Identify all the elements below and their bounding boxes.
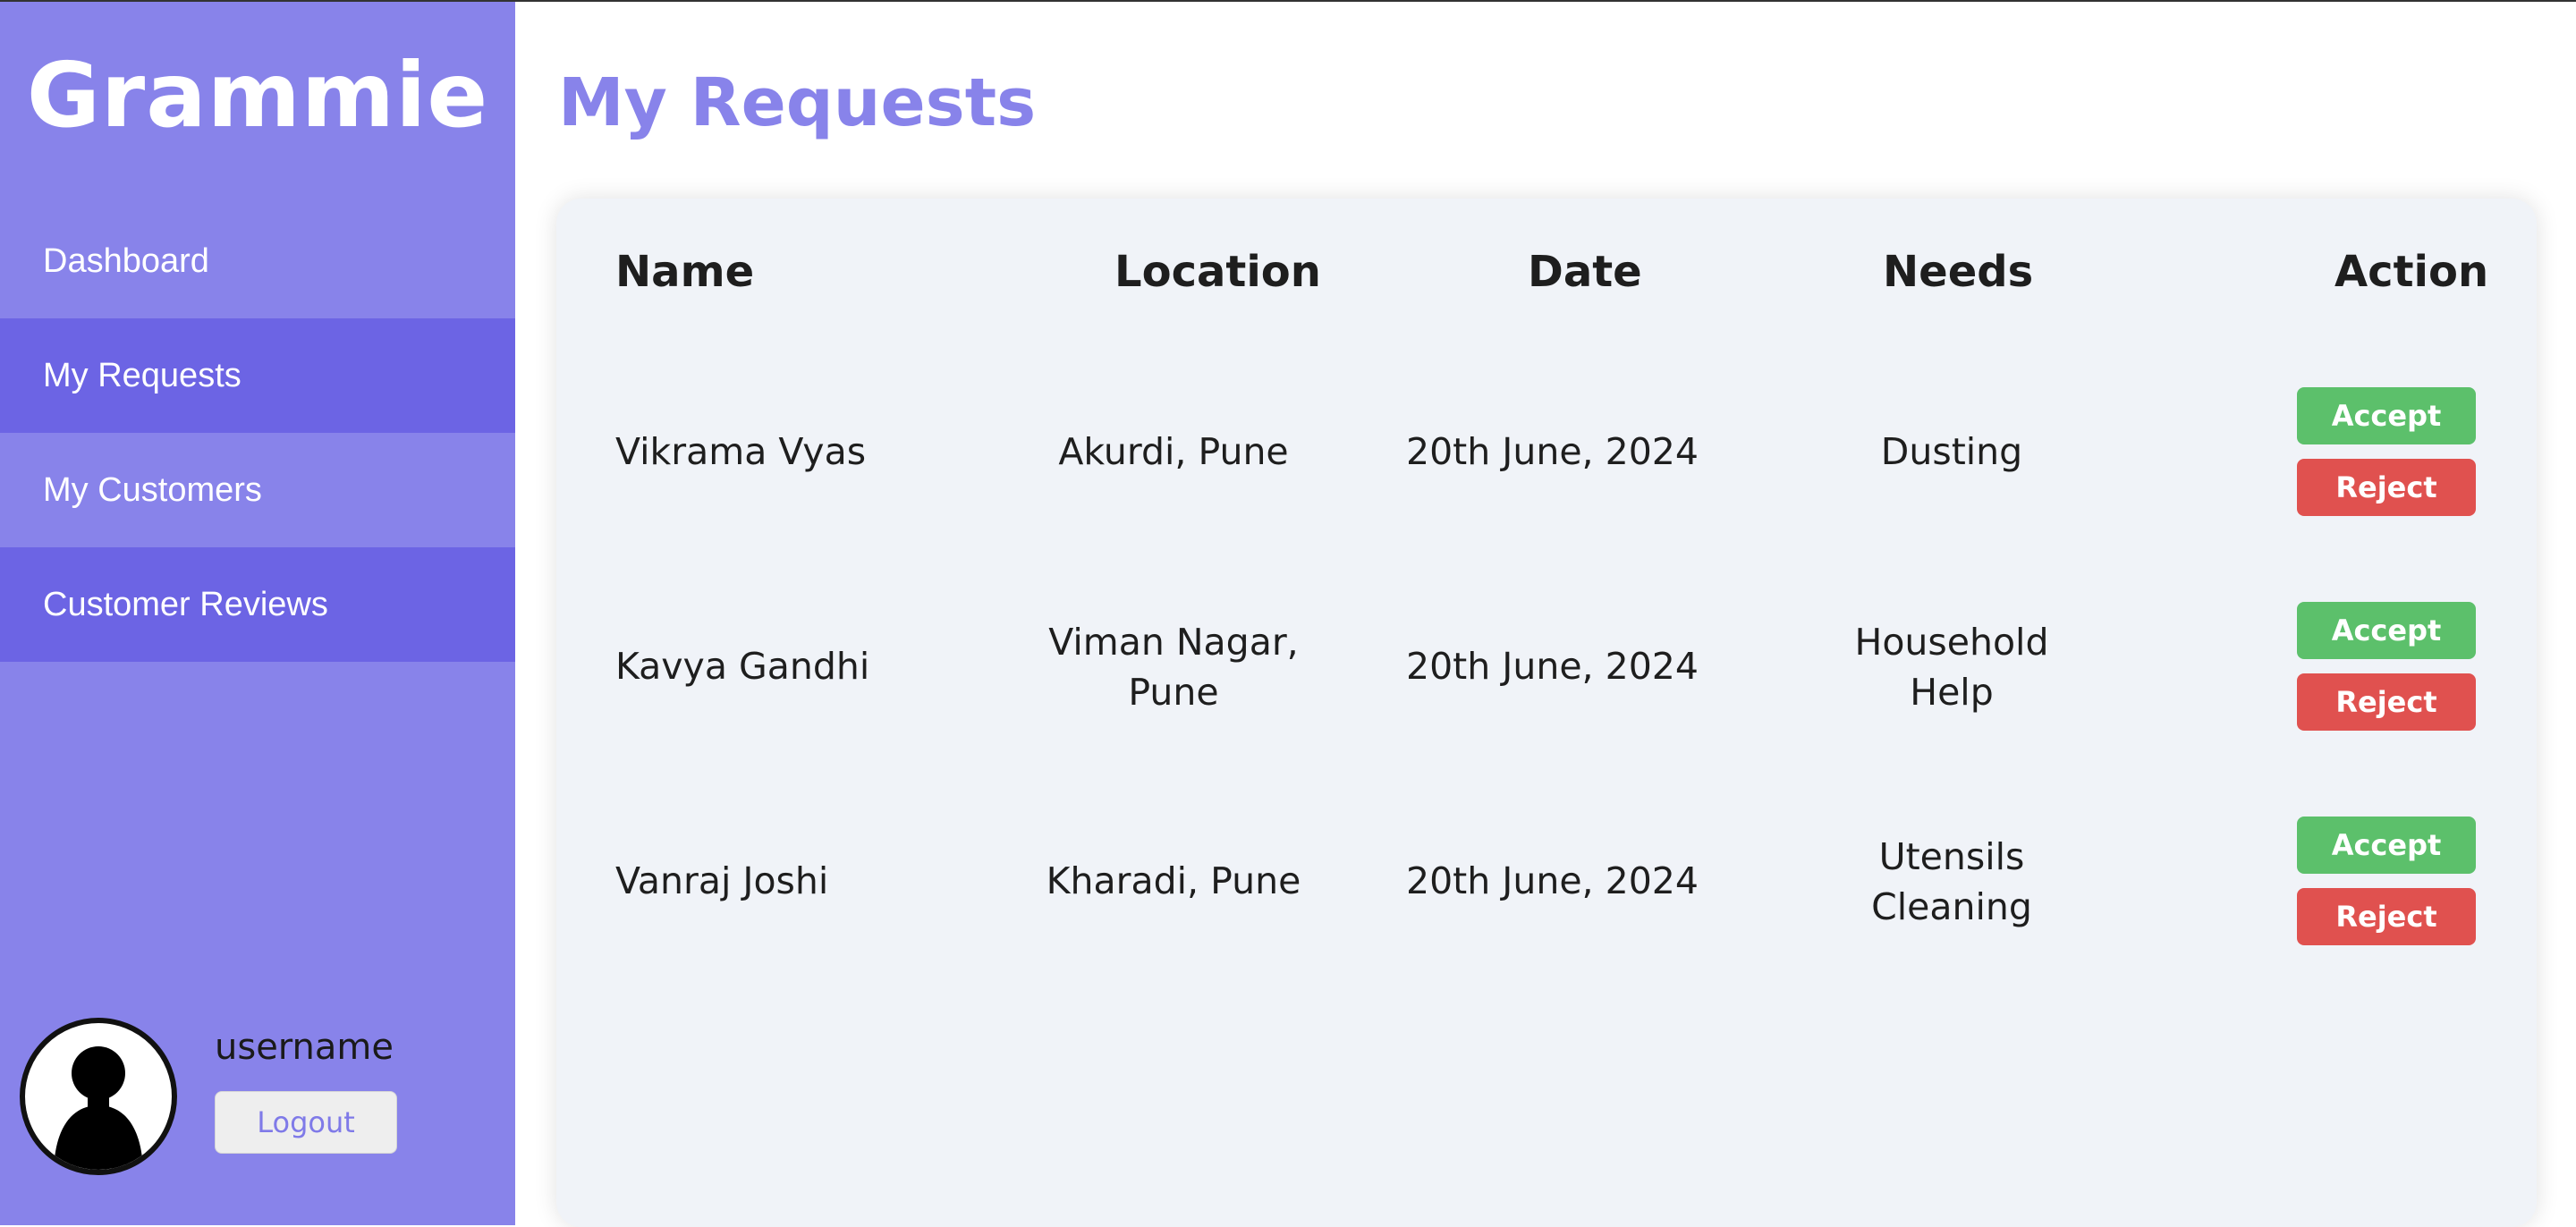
logout-button[interactable]: Logout: [215, 1091, 397, 1154]
page-title: My Requests: [558, 64, 1037, 141]
sidebar-item-customer-reviews[interactable]: Customer Reviews: [0, 547, 515, 662]
row-location-line1: Kharadi, Pune: [1046, 859, 1301, 902]
row-needs: Utensils Cleaning: [1773, 832, 2131, 932]
row-needs-line1: Utensils: [1878, 835, 2025, 878]
reject-button[interactable]: Reject: [2297, 888, 2476, 945]
accept-button[interactable]: Accept: [2297, 817, 2476, 874]
row-needs-line2: Cleaning: [1871, 885, 2032, 928]
row-date: 20th June, 2024: [1406, 859, 1699, 902]
brand-logo: Grammie: [26, 43, 489, 148]
row-name: Kavya Gandhi: [615, 645, 870, 688]
row-date: 20th June, 2024: [1406, 645, 1699, 688]
accept-button[interactable]: Accept: [2297, 387, 2476, 444]
sidebar-item-my-requests[interactable]: My Requests: [0, 318, 515, 433]
username-label: username: [215, 1027, 394, 1068]
column-header-action: Action: [2334, 247, 2489, 297]
row-location: Viman Nagar, Pune: [995, 617, 1352, 717]
row-needs-line1: Dusting: [1880, 430, 2023, 473]
row-needs-line2: Help: [1910, 671, 1994, 714]
row-needs: Dusting: [1773, 427, 2131, 477]
reject-button[interactable]: Reject: [2297, 673, 2476, 731]
row-location: Akurdi, Pune: [995, 427, 1352, 477]
column-header-name: Name: [615, 247, 755, 297]
row-name: Vanraj Joshi: [615, 859, 829, 902]
sidebar-nav: Dashboard My Requests My Customers Custo…: [0, 204, 515, 662]
column-header-location: Location: [1114, 247, 1321, 297]
column-header-date: Date: [1528, 247, 1642, 297]
row-needs: Household Help: [1773, 617, 2131, 717]
sidebar-item-dashboard[interactable]: Dashboard: [0, 204, 515, 318]
sidebar-item-my-customers[interactable]: My Customers: [0, 433, 515, 547]
row-location-line1: Akurdi, Pune: [1058, 430, 1289, 473]
accept-button[interactable]: Accept: [2297, 602, 2476, 659]
reject-button[interactable]: Reject: [2297, 459, 2476, 516]
row-location-line2: Pune: [1128, 671, 1219, 714]
sidebar: Grammie Dashboard My Requests My Custome…: [0, 2, 515, 1225]
row-date: 20th June, 2024: [1406, 430, 1699, 473]
user-silhouette-icon: [20, 1018, 177, 1175]
row-name: Vikrama Vyas: [615, 430, 867, 473]
requests-table-card: [556, 199, 2537, 1227]
column-header-needs: Needs: [1883, 247, 2034, 297]
row-location-line1: Viman Nagar,: [1048, 621, 1299, 664]
user-profile: username Logout: [20, 1018, 503, 1179]
row-location: Kharadi, Pune: [995, 856, 1352, 906]
row-needs-line1: Household: [1854, 621, 2049, 664]
